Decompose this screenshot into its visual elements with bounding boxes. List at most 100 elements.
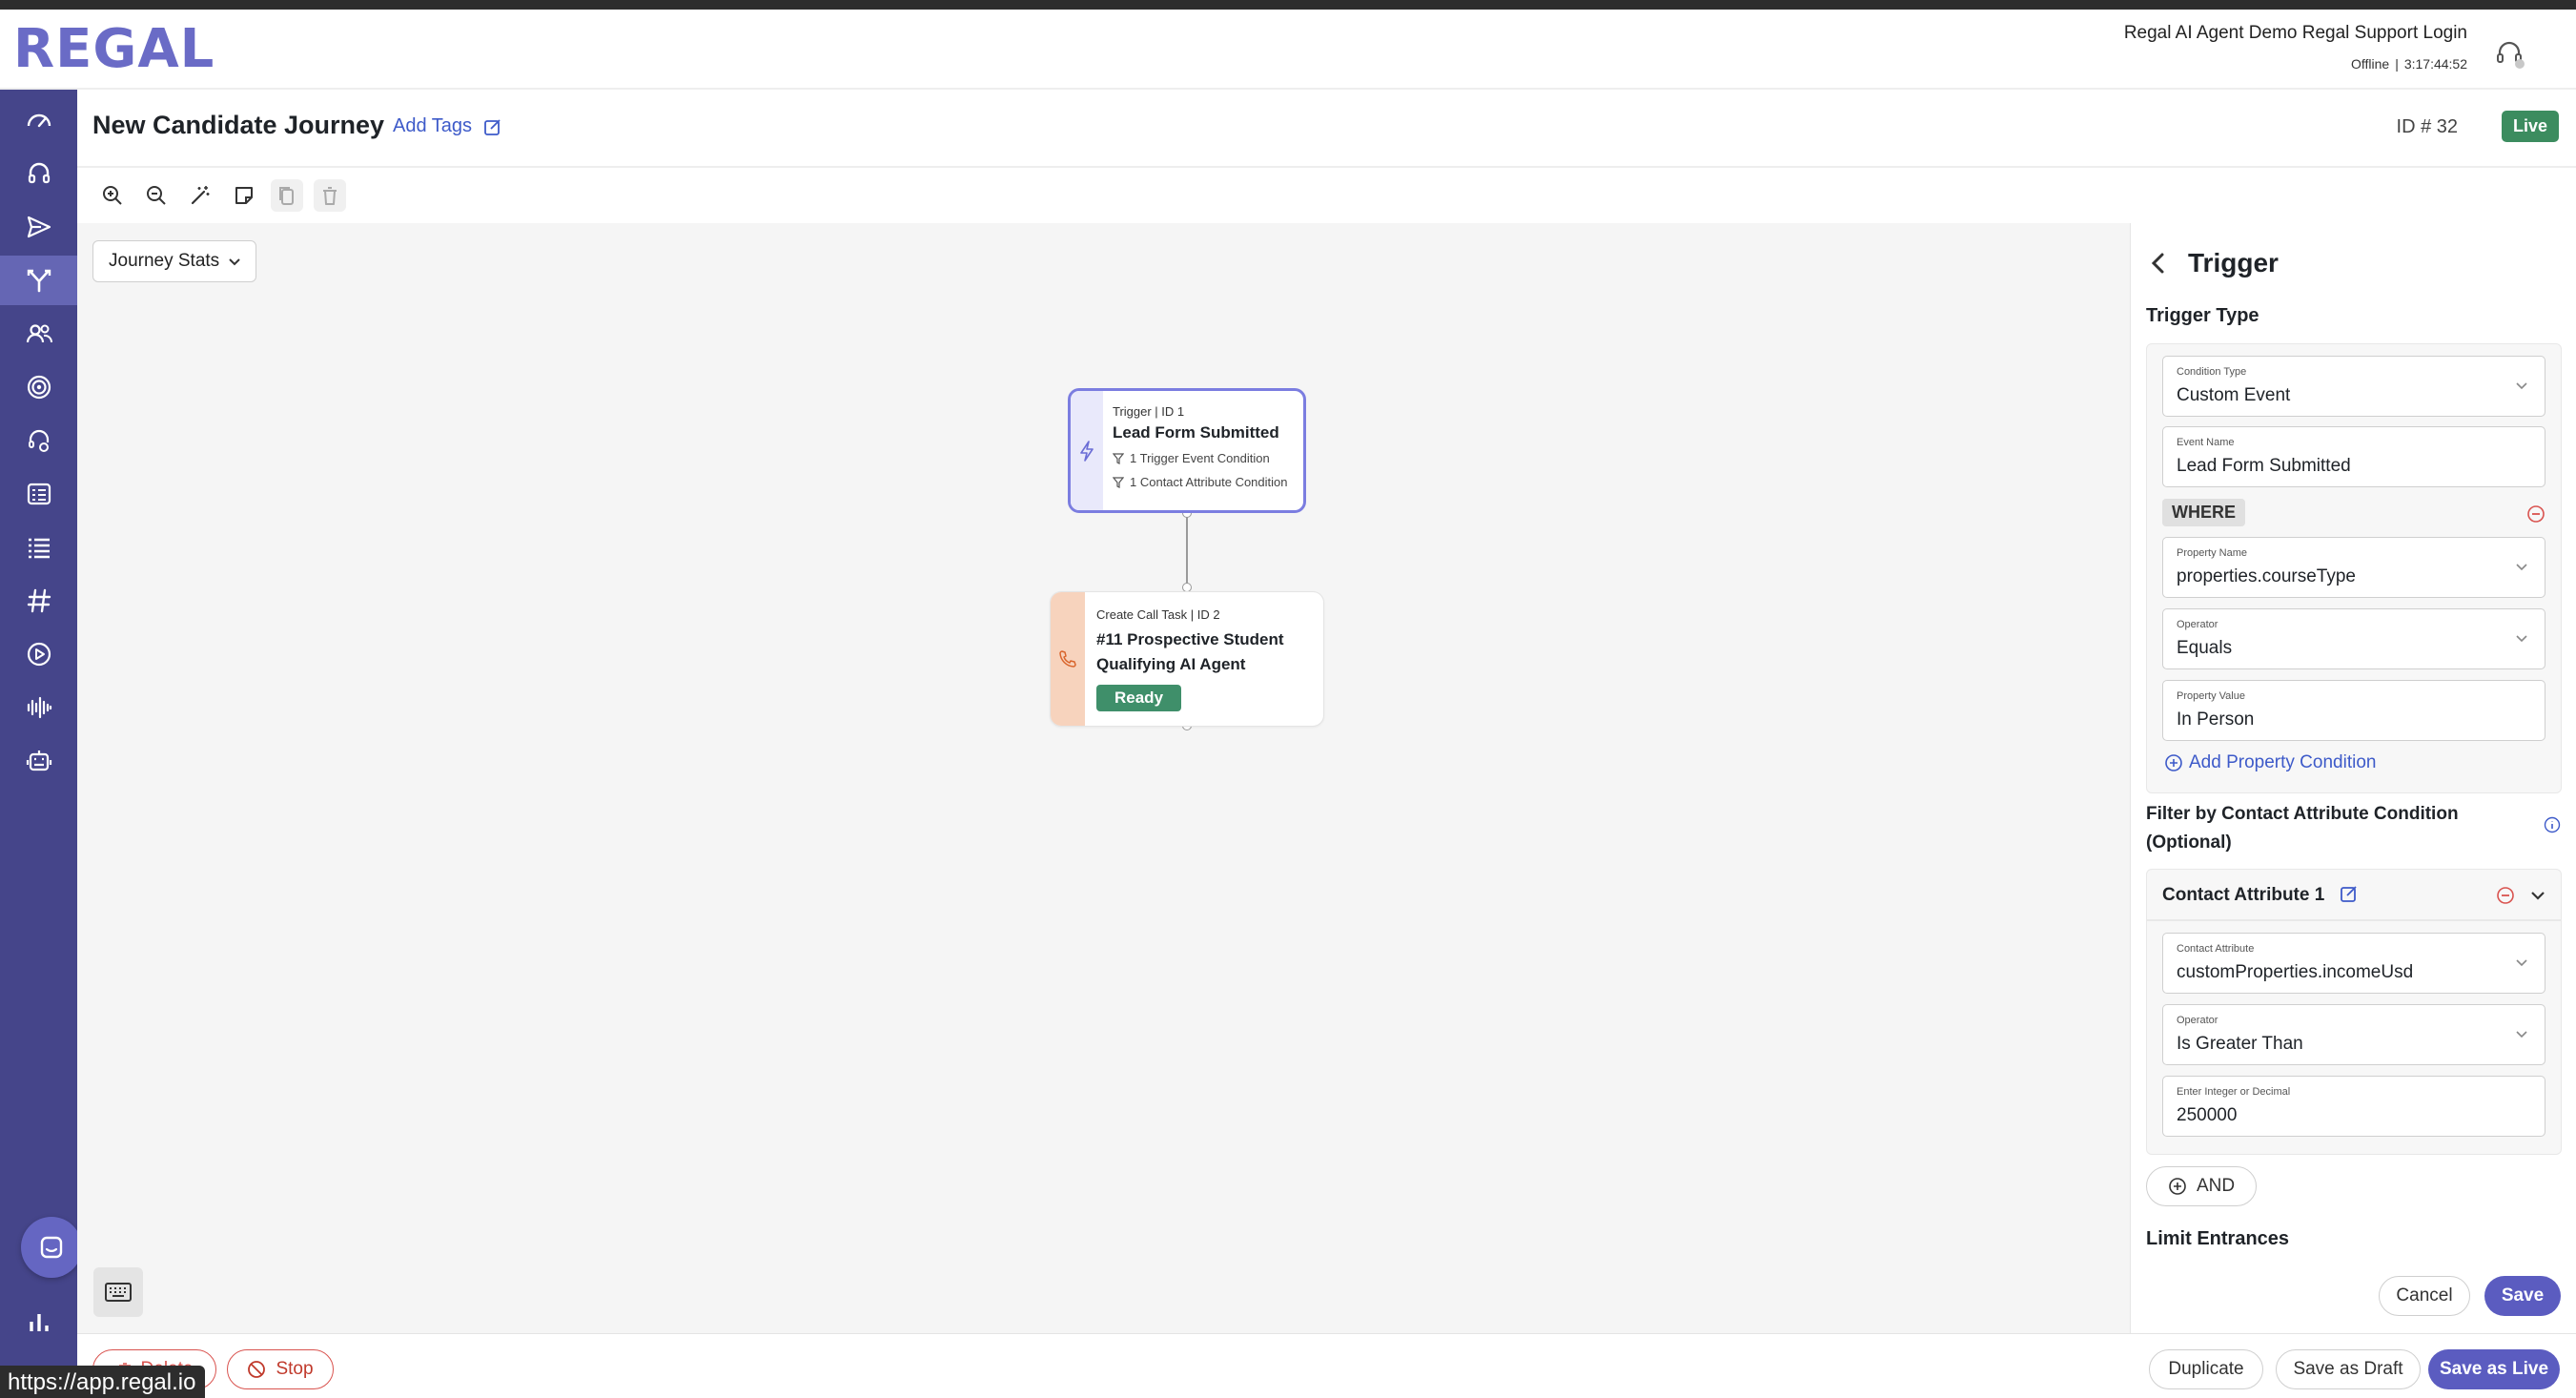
copy-button[interactable] [271,179,303,212]
remove-circle-icon[interactable] [2496,886,2515,905]
reports-icon [27,483,51,505]
canvas-toolbar [77,168,2576,223]
number-value-input[interactable]: Enter Integer or Decimal 250000 [2162,1076,2545,1137]
attribute-operator-select[interactable]: Operator Is Greater Than [2162,1004,2545,1065]
zoom-in-button[interactable] [96,179,129,212]
zoom-out-button[interactable] [140,179,173,212]
node-header: Create Call Task | ID 2 [1096,607,1220,622]
condition-type-select[interactable]: Condition Type Custom Event [2162,356,2545,417]
lightning-icon [1080,440,1094,462]
field-value: properties.courseType [2177,566,2356,586]
sidebar-item-voice[interactable] [0,683,77,732]
headset-icon[interactable] [2492,36,2526,71]
speedometer-icon [27,113,51,128]
app-header: REGAL Regal AI Agent Demo Regal Support … [0,10,2576,90]
field-label: Enter Integer or Decimal [2177,1086,2291,1098]
sidebar-item-support[interactable] [0,416,77,465]
keyboard-shortcuts-button[interactable] [93,1267,143,1317]
limit-entrances-label: Limit Entrances [2146,1228,2290,1249]
sidebar-item-reports[interactable] [0,469,77,519]
target-icon [27,375,51,400]
hashtag-icon [27,588,51,613]
sidebar-item-targeting[interactable] [0,362,77,412]
journey-stats-label: Journey Stats [109,251,220,271]
journey-stats-dropdown[interactable]: Journey Stats [92,240,256,282]
sidebar-item-campaigns[interactable] [0,202,77,252]
contact-attribute-select[interactable]: Contact Attribute customProperties.incom… [2162,933,2545,994]
keyboard-icon [105,1283,132,1302]
field-label: Condition Type [2177,366,2247,378]
sidebar-item-dashboard[interactable] [0,95,77,145]
status-badge: Live [2501,111,2559,142]
chat-icon [40,1236,63,1259]
stop-label: Stop [276,1359,314,1379]
add-property-condition-link[interactable]: Add Property Condition [2164,752,2376,773]
cancel-button[interactable]: Cancel [2379,1276,2470,1316]
sidebar-item-channels[interactable] [0,576,77,626]
save-button[interactable]: Save [2484,1276,2561,1316]
auto-layout-button[interactable] [184,179,216,212]
chevron-down-icon [2516,564,2527,571]
agent-status[interactable]: Offline | 3:17:44:52 [2351,56,2467,72]
journey-branch-icon [27,269,51,293]
save-as-draft-button[interactable]: Save as Draft [2276,1349,2421,1389]
filter-contact-attribute-label: Filter by Contact Attribute Condition (O… [2146,804,2459,853]
call-task-node[interactable]: Create Call Task | ID 2 #11 Prospective … [1050,591,1324,727]
back-arrow-icon[interactable] [2150,251,2167,276]
sidebar-item-agent-desktop[interactable] [0,149,77,198]
zoom-out-icon [147,186,166,205]
trigger-node[interactable]: Trigger | ID 1 Lead Form Submitted 1 Tri… [1068,388,1306,513]
agent-support-icon [28,429,49,452]
journey-canvas[interactable]: Journey Stats Trigger | ID 1 Lead Form S… [77,223,2130,1333]
chevron-down-icon [2516,635,2527,643]
chevron-down-icon [229,258,240,266]
add-and-condition-button[interactable]: AND [2146,1166,2257,1206]
sidebar-item-lists[interactable] [0,523,77,572]
info-icon[interactable] [2544,816,2561,833]
trigger-type-group: Condition Type Custom Event Event Name L… [2146,343,2562,793]
panel-header: Trigger [2150,248,2279,278]
chevron-down-icon[interactable] [2528,886,2547,905]
contact-attribute-header[interactable]: Contact Attribute 1 [2146,869,2562,920]
property-value-field[interactable]: Property Value In Person [2162,680,2545,741]
node-connector [1186,511,1188,589]
node-condition-text: 1 Contact Attribute Condition [1130,475,1288,489]
contacts-icon [26,324,52,343]
panel-footer: Cancel Save [2131,1259,2576,1333]
edit-icon[interactable] [2340,884,2359,903]
plus-circle-icon [2165,754,2182,771]
sidebar-item-journeys[interactable] [0,256,77,305]
delete-node-button[interactable] [314,179,346,212]
remove-circle-icon[interactable] [2526,504,2545,524]
stop-journey-button[interactable]: Stop [227,1349,334,1389]
agent-status-text: Offline [2350,56,2390,72]
trigger-config-panel: Trigger Trigger Type Condition Type Cust… [2130,223,2576,1333]
support-chat-button[interactable] [21,1217,82,1278]
save-as-live-button[interactable]: Save as Live [2428,1349,2560,1389]
event-name-field[interactable]: Event Name Lead Form Submitted [2162,426,2545,487]
add-tags-link[interactable]: Add Tags [393,115,502,137]
regal-logo[interactable]: REGAL [13,23,215,76]
sidebar-item-ai-agents[interactable] [0,736,77,786]
operator-select[interactable]: Operator Equals [2162,608,2545,669]
sidebar-item-contacts[interactable] [0,309,77,359]
field-value: customProperties.incomeUsd [2177,962,2414,982]
sidebar-item-recordings[interactable] [0,629,77,679]
page-title[interactable]: New Candidate Journey [92,111,384,140]
chevron-down-icon [2516,959,2527,967]
stop-icon [248,1361,266,1378]
field-value: Is Greater Than [2177,1034,2303,1054]
sticky-note-icon [235,187,253,204]
panel-title: Trigger [2188,248,2279,278]
sidebar-item-analytics[interactable] [0,1297,77,1347]
duplicate-button[interactable]: Duplicate [2149,1349,2263,1389]
user-account-name[interactable]: Regal AI Agent Demo Regal Support Login [2124,23,2467,44]
trigger-type-label: Trigger Type [2146,305,2259,326]
robot-icon [26,750,51,771]
window-top-strip [0,0,2576,10]
journey-title-bar: New Candidate Journey Add Tags ID # 32 L… [77,90,2576,168]
property-name-select[interactable]: Property Name properties.courseType [2162,537,2545,598]
add-note-button[interactable] [228,179,260,212]
field-label: Property Name [2177,547,2247,559]
ready-badge: Ready [1096,685,1182,711]
